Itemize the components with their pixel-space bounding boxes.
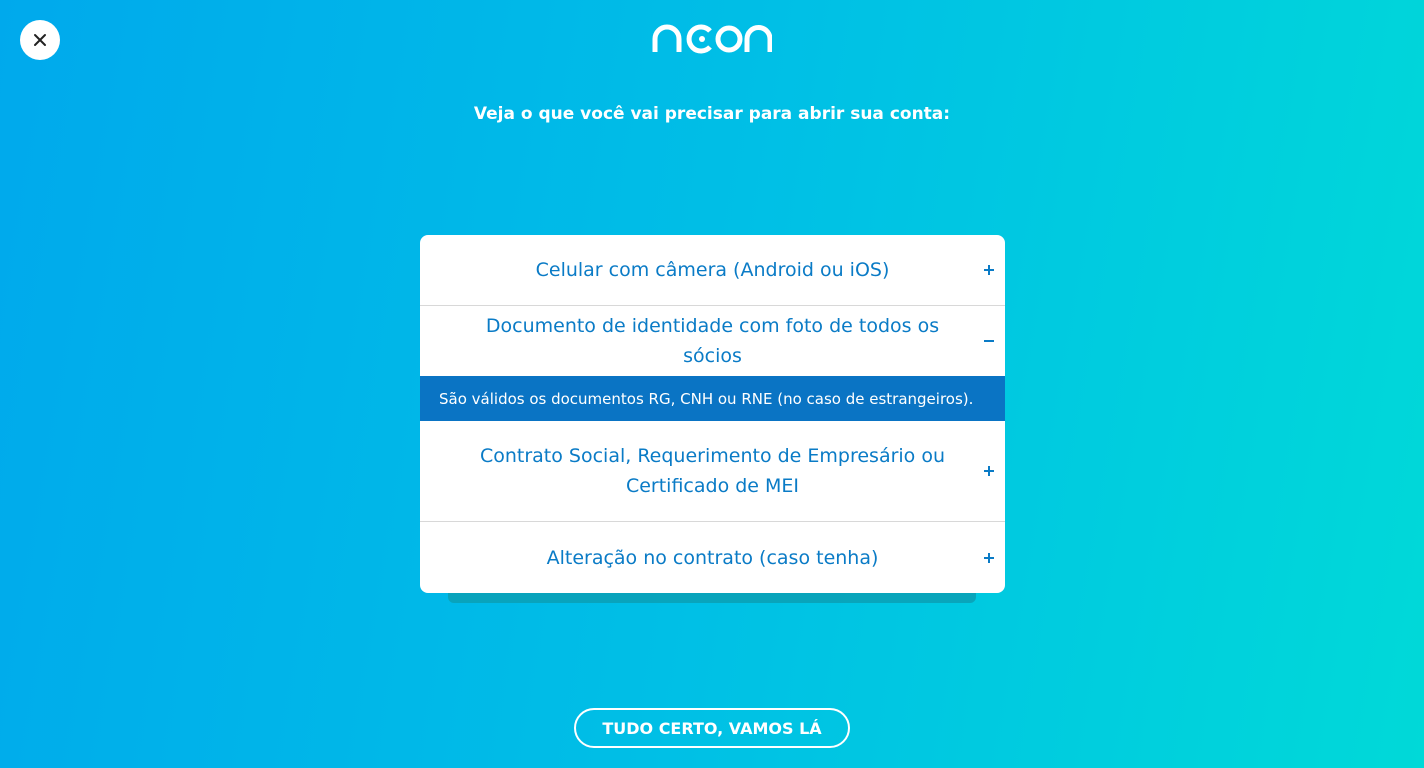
accordion-item-label: Celular com câmera (Android ou iOS): [535, 259, 890, 281]
plus-icon: [984, 265, 994, 275]
accordion-item-label: Documento de identidade com foto de todo…: [485, 315, 940, 367]
accordion-item-phone[interactable]: Celular com câmera (Android ou iOS): [420, 235, 1005, 306]
accordion-item-detail: São válidos os documentos RG, CNH ou RNE…: [420, 376, 1005, 421]
accordion-item-label: Alteração no contrato (caso tenha): [546, 546, 879, 569]
accordion-item-label: Contrato Social, Requerimento de Empresá…: [479, 445, 946, 497]
neon-logo: [652, 24, 773, 54]
page-title: Veja o que você vai precisar para abrir …: [473, 104, 951, 124]
requirements-accordion: Celular com câmera (Android ou iOS) Docu…: [420, 235, 1005, 593]
plus-icon: [984, 552, 994, 563]
accordion-item-company-contract[interactable]: Contrato Social, Requerimento de Empresá…: [420, 421, 1005, 522]
close-icon: [34, 34, 46, 46]
accordion-item-identity-document[interactable]: Documento de identidade com foto de todo…: [420, 306, 1005, 376]
accordion-item-contract-amendment[interactable]: Alteração no contrato (caso tenha): [420, 522, 1005, 593]
close-button[interactable]: [20, 20, 60, 60]
continue-button[interactable]: TUDO CERTO, VAMOS LÁ: [574, 708, 850, 748]
plus-icon: [984, 466, 994, 476]
neon-logo-icon: [652, 24, 773, 54]
minus-icon: [984, 340, 994, 342]
